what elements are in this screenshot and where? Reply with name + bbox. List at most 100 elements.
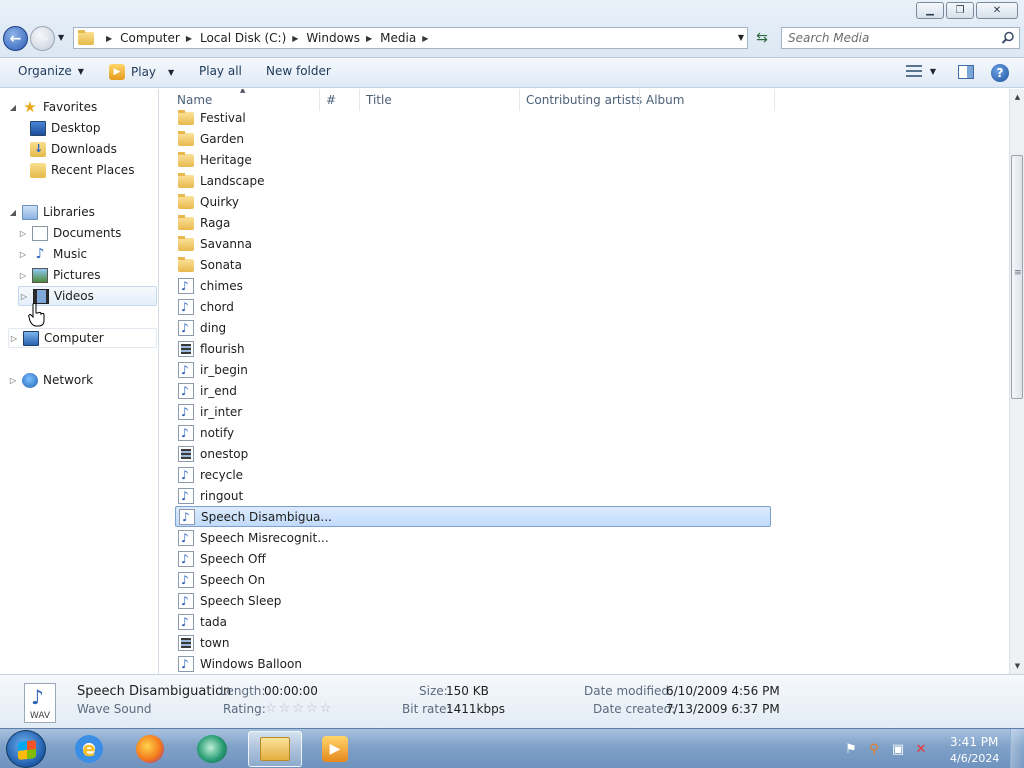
- scroll-thumb[interactable]: [1011, 155, 1023, 399]
- column-header-album[interactable]: Album: [646, 93, 684, 107]
- play-all-button[interactable]: Play all: [199, 64, 242, 78]
- file-row[interactable]: town: [175, 632, 771, 653]
- close-button[interactable]: ✕: [976, 2, 1018, 19]
- file-row[interactable]: Savanna: [175, 233, 771, 254]
- file-row[interactable]: Landscape: [175, 170, 771, 191]
- file-row[interactable]: Speech Misrecognit...: [175, 527, 771, 548]
- chevron-down-icon[interactable]: ▼: [930, 67, 936, 76]
- organize-button[interactable]: Organize ▼: [18, 64, 84, 78]
- file-row[interactable]: notify: [175, 422, 771, 443]
- nav-libraries[interactable]: ◢ Libraries: [8, 202, 95, 222]
- file-row[interactable]: onestop: [175, 443, 771, 464]
- breadcrumb-local-disk[interactable]: Local Disk (C:): [200, 31, 286, 45]
- taskbar-windows-explorer[interactable]: [248, 731, 302, 767]
- file-row[interactable]: Garden: [175, 128, 771, 149]
- refresh-button[interactable]: ⇆: [750, 27, 774, 49]
- collapsed-triangle-icon[interactable]: ▷: [8, 376, 18, 385]
- column-header-contributing-artists[interactable]: Contributing artists: [526, 93, 642, 107]
- network-tray-icon[interactable]: ▣: [890, 742, 906, 758]
- column-divider[interactable]: [774, 89, 775, 111]
- file-row[interactable]: Speech Sleep: [175, 590, 771, 611]
- breadcrumb-media[interactable]: Media: [380, 31, 416, 45]
- clock-date[interactable]: 4/6/2024: [950, 752, 999, 765]
- search-icon[interactable]: [1001, 31, 1015, 45]
- column-header-title[interactable]: Title: [366, 93, 392, 107]
- chevron-down-icon[interactable]: ▼: [168, 68, 174, 77]
- scroll-down-arrow[interactable]: ▼: [1010, 658, 1024, 674]
- show-desktop-button[interactable]: [1010, 729, 1024, 768]
- taskbar-internet-explorer[interactable]: e: [62, 731, 116, 767]
- file-row[interactable]: Quirky: [175, 191, 771, 212]
- taskbar-windows-media-player[interactable]: ▶: [308, 731, 362, 767]
- file-row[interactable]: Windows Balloon: [175, 653, 771, 674]
- start-button[interactable]: [6, 730, 46, 768]
- nav-documents[interactable]: ▷ Documents: [18, 223, 121, 243]
- breadcrumb-separator[interactable]: ▶: [366, 34, 372, 43]
- search-input[interactable]: [788, 31, 988, 45]
- collapsed-triangle-icon[interactable]: ▷: [9, 334, 19, 343]
- nav-desktop[interactable]: Desktop: [26, 118, 101, 138]
- nav-pictures[interactable]: ▷ Pictures: [18, 265, 101, 285]
- nav-computer[interactable]: ▷ Computer: [8, 328, 157, 348]
- search-tray-icon[interactable]: ⚲: [866, 742, 882, 758]
- file-row[interactable]: Speech On: [175, 569, 771, 590]
- file-row[interactable]: Speech Disambigua...: [175, 506, 771, 527]
- file-row[interactable]: ir_inter: [175, 401, 771, 422]
- play-button[interactable]: ▶ Play ▼: [109, 64, 174, 80]
- expanded-triangle-icon[interactable]: ◢: [8, 208, 18, 217]
- file-row[interactable]: ir_end: [175, 380, 771, 401]
- column-header-number[interactable]: #: [326, 93, 336, 107]
- file-row[interactable]: ding: [175, 317, 771, 338]
- file-row[interactable]: Sonata: [175, 254, 771, 275]
- file-row[interactable]: chimes: [175, 275, 771, 296]
- nav-downloads[interactable]: Downloads: [26, 139, 117, 159]
- new-folder-button[interactable]: New folder: [266, 64, 331, 78]
- file-row[interactable]: flourish: [175, 338, 771, 359]
- nav-music[interactable]: ▷ ♪ Music: [18, 244, 87, 264]
- file-row[interactable]: Heritage: [175, 149, 771, 170]
- file-row[interactable]: tada: [175, 611, 771, 632]
- column-header-name[interactable]: Name: [177, 93, 212, 107]
- breadcrumb-separator[interactable]: ▶: [292, 34, 298, 43]
- minimize-button[interactable]: ▁: [916, 2, 944, 19]
- collapsed-triangle-icon[interactable]: ▷: [19, 292, 29, 301]
- date-created-value[interactable]: 7/13/2009 6:37 PM: [666, 702, 780, 716]
- date-modified-value[interactable]: 6/10/2009 4:56 PM: [666, 684, 780, 698]
- file-row[interactable]: recycle: [175, 464, 771, 485]
- file-row[interactable]: Festival: [175, 107, 771, 128]
- address-history-dropdown[interactable]: ▼: [738, 33, 744, 42]
- help-button[interactable]: ?: [991, 64, 1009, 82]
- expanded-triangle-icon[interactable]: ◢: [8, 103, 18, 112]
- clock-time[interactable]: 3:41 PM: [950, 735, 998, 749]
- file-row[interactable]: Raga: [175, 212, 771, 233]
- star-empty-icon[interactable]: ☆: [265, 701, 279, 716]
- action-center-flag-icon[interactable]: ⚑: [843, 742, 859, 758]
- nav-network[interactable]: ▷ Network: [8, 370, 93, 390]
- nav-recent-places[interactable]: Recent Places: [26, 160, 134, 180]
- restore-button[interactable]: ❐: [946, 2, 974, 19]
- back-button[interactable]: ←: [3, 26, 28, 51]
- length-value[interactable]: 00:00:00: [264, 684, 318, 698]
- vertical-scrollbar[interactable]: ▲ ▼: [1009, 89, 1024, 674]
- star-empty-icon[interactable]: ☆: [306, 701, 320, 716]
- file-row[interactable]: chord: [175, 296, 771, 317]
- volume-muted-icon[interactable]: ✕: [913, 742, 929, 758]
- breadcrumb-computer[interactable]: Computer: [120, 31, 180, 45]
- forward-button[interactable]: →: [30, 26, 55, 51]
- address-bar[interactable]: ▶ Computer ▶ Local Disk (C:) ▶ Windows ▶…: [73, 27, 748, 49]
- search-box[interactable]: [781, 27, 1020, 49]
- taskbar-firefox[interactable]: [123, 731, 177, 767]
- breadcrumb-separator[interactable]: ▶: [422, 34, 428, 43]
- taskbar-media-center[interactable]: [185, 731, 239, 767]
- preview-pane-button[interactable]: [958, 65, 974, 79]
- collapsed-triangle-icon[interactable]: ▷: [18, 271, 28, 280]
- file-row[interactable]: ringout: [175, 485, 771, 506]
- breadcrumb-windows[interactable]: Windows: [306, 31, 360, 45]
- recent-pages-dropdown[interactable]: ▼: [58, 33, 64, 42]
- change-view-button[interactable]: ▼: [905, 65, 936, 77]
- collapsed-triangle-icon[interactable]: ▷: [18, 229, 28, 238]
- file-row[interactable]: ir_begin: [175, 359, 771, 380]
- star-empty-icon[interactable]: ☆: [320, 701, 334, 716]
- rating-stars[interactable]: ☆☆☆☆☆: [265, 701, 333, 716]
- breadcrumb-separator[interactable]: ▶: [186, 34, 192, 43]
